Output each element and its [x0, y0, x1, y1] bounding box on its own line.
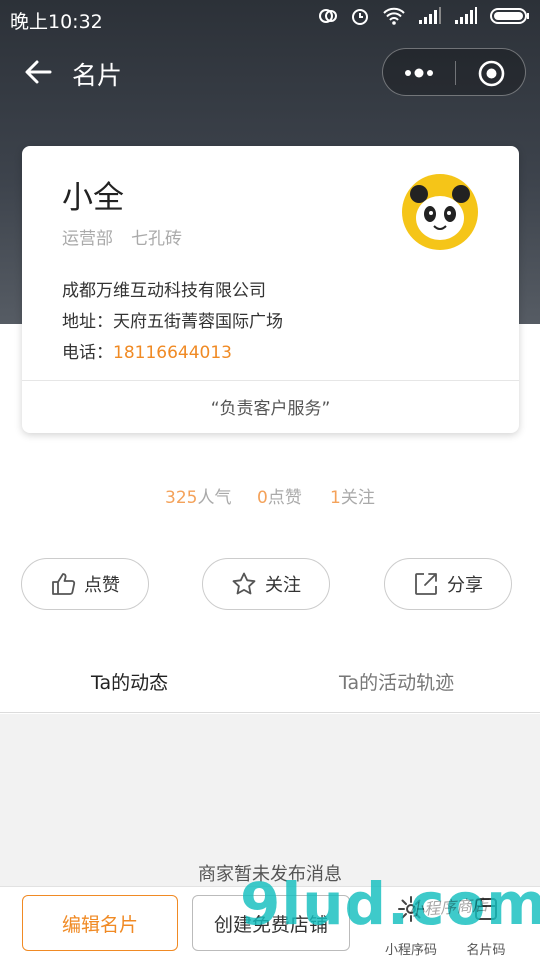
status-icons [318, 6, 530, 26]
page-title: 名片 [72, 61, 123, 90]
phone-label: 电话： [62, 343, 113, 363]
likes-count: 0 [257, 488, 268, 508]
stats-row: 325人气 0点赞 1关注 [0, 483, 540, 508]
card-name: 小全 [62, 180, 124, 216]
card-job-title: 七孔砖 [131, 229, 182, 249]
card-code-label: 名片码 [466, 943, 506, 958]
card-divider [22, 380, 519, 381]
status-time: 晚上10:32 [10, 11, 103, 33]
follows-label: 关注 [340, 488, 375, 508]
card-motto: “负责客户服务” [210, 399, 331, 419]
like-label: 点赞 [84, 575, 120, 596]
share-button[interactable]: 分享 [384, 558, 512, 610]
tab-divider [0, 712, 540, 713]
battery-icon [490, 8, 529, 24]
mini-program-code-button[interactable]: 小程序码 [381, 895, 441, 958]
phone-link[interactable]: 18116644013 [113, 343, 232, 363]
address-label: 地址： [62, 312, 113, 332]
popularity-count: 325 [165, 488, 198, 508]
sync-icon [319, 9, 337, 23]
status-bar: 晚上10:32 [0, 0, 540, 36]
create-shop-button[interactable]: 创建免费店铺 [192, 895, 350, 951]
business-card: 小全 运营部 七孔砖 成都万维互动科技有限公司 地址：天府五街菁蓉国际广场 电话… [22, 146, 519, 433]
mini-program-code-label: 小程序码 [384, 943, 437, 958]
popularity-label: 人气 [197, 488, 232, 508]
share-icon [415, 573, 437, 595]
target-icon[interactable] [478, 60, 505, 87]
stat-follows: 1关注 [330, 483, 375, 508]
follows-count: 1 [330, 488, 341, 508]
bottom-bar: 编辑名片 创建免费店铺 小程序码 名片码 [0, 886, 540, 960]
star-icon [232, 572, 256, 595]
stat-popularity: 325人气 [165, 483, 231, 508]
thumbs-up-icon [52, 573, 76, 595]
card-phone: 电话：18116644013 [62, 338, 232, 363]
capsule-divider [455, 61, 456, 85]
card-code-button[interactable]: 名片码 [456, 895, 516, 958]
signal-icon [419, 7, 441, 24]
card-address: 地址：天府五街菁蓉国际广场 [62, 307, 283, 332]
stat-likes: 0点赞 [257, 483, 302, 508]
edit-card-button[interactable]: 编辑名片 [22, 895, 178, 951]
share-label: 分享 [447, 575, 483, 596]
follow-label: 关注 [265, 575, 301, 596]
alarm-icon [352, 9, 368, 25]
avatar [402, 174, 478, 250]
card-code-icon [475, 898, 497, 920]
address-value: 天府五街菁蓉国际广场 [113, 312, 283, 332]
card-company: 成都万维互动科技有限公司 [62, 281, 266, 301]
tab-activity[interactable]: Ta的活动轨迹 [339, 668, 454, 695]
tab-posts[interactable]: Ta的动态 [91, 668, 168, 695]
back-arrow-icon[interactable] [22, 56, 54, 88]
more-dots-icon[interactable] [403, 61, 435, 85]
signal-icon-2 [455, 7, 477, 24]
wifi-icon [383, 7, 405, 25]
likes-label: 点赞 [267, 488, 302, 508]
follow-button[interactable]: 关注 [202, 558, 330, 610]
empty-feed-message: 商家暂未发布消息 [198, 864, 342, 885]
card-department: 运营部 [62, 229, 113, 249]
like-button[interactable]: 点赞 [21, 558, 149, 610]
mini-program-capsule [382, 48, 526, 96]
mini-program-code-icon [398, 896, 424, 922]
